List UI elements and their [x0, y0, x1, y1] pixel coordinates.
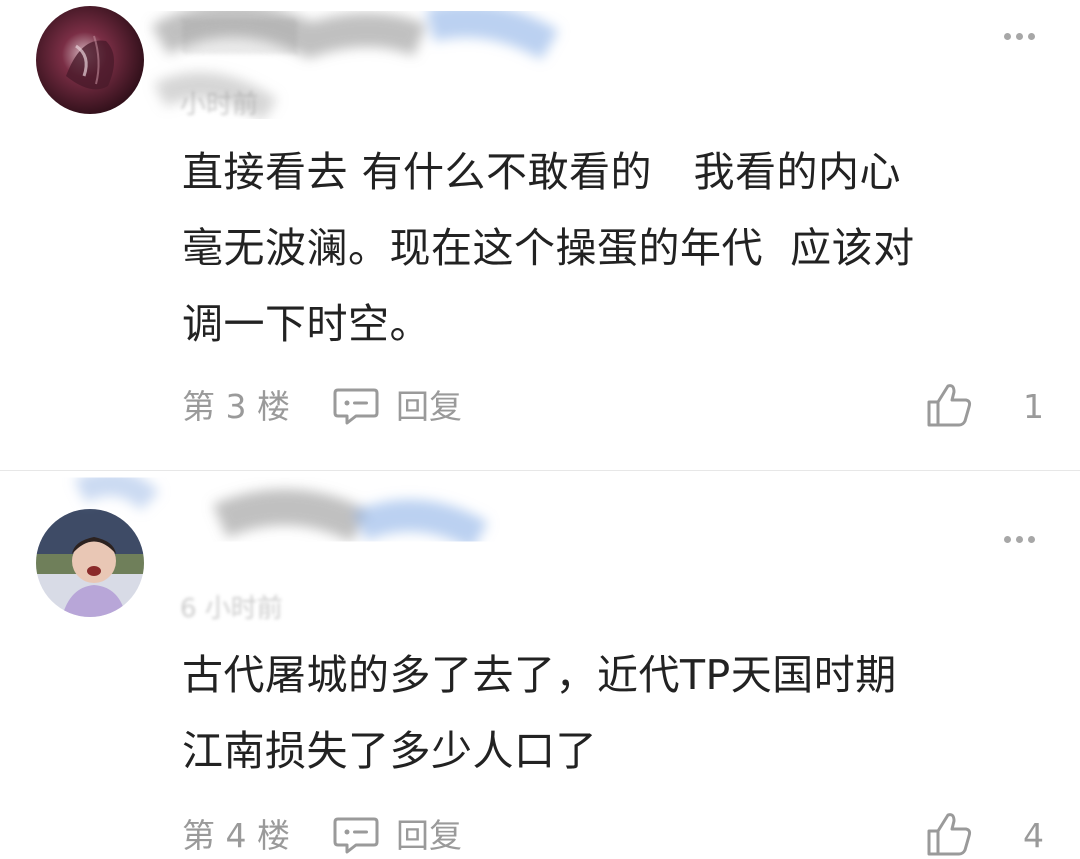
comment-footer: 第 3 楼 回复 1 [182, 384, 1044, 430]
more-dots-icon[interactable] [1004, 33, 1036, 41]
more-dots-icon[interactable] [1004, 536, 1036, 544]
avatar[interactable] [36, 6, 144, 114]
timestamp: 小时前 [180, 90, 259, 120]
like-button[interactable]: 1 [924, 384, 1044, 430]
comment-text: 古代屠城的多了去了，近代TP天国时期 江南损失了多少人口了 [182, 651, 897, 775]
thumbs-up-icon [927, 384, 972, 427]
thumbs-up-icon [927, 813, 972, 856]
comment-footer: 第 4 楼 回复 4 [182, 813, 1044, 859]
like-button[interactable]: 4 [924, 813, 1044, 859]
username[interactable]: ▒▒▒▒▒ [182, 20, 297, 55]
username-redaction [74, 471, 489, 551]
like-count: 4 [1023, 816, 1044, 855]
reply-label: 回复 [396, 816, 462, 855]
comment-bubble-icon [333, 817, 379, 854]
comment-bubble-icon [333, 388, 379, 425]
comment-item: 6 小时前 古代屠城的多了去了，近代TP天国时期 江南损失了多少人口了 第 4 … [0, 471, 1080, 856]
floor-number: 第 3 楼 [182, 387, 290, 426]
comment-item: ▒▒▒▒▒ 小时前 直接看去 有什么不敢看的 我看的内心 毫无波澜。现在这个操蛋… [0, 0, 1080, 470]
like-count: 1 [1023, 387, 1044, 426]
timestamp: 6 小时前 [180, 594, 283, 624]
reply-label: 回复 [396, 387, 462, 426]
comment-text: 直接看去 有什么不敢看的 我看的内心 毫无波澜。现在这个操蛋的年代 应该对 调一… [182, 148, 915, 348]
floor-number: 第 4 楼 [182, 816, 290, 855]
